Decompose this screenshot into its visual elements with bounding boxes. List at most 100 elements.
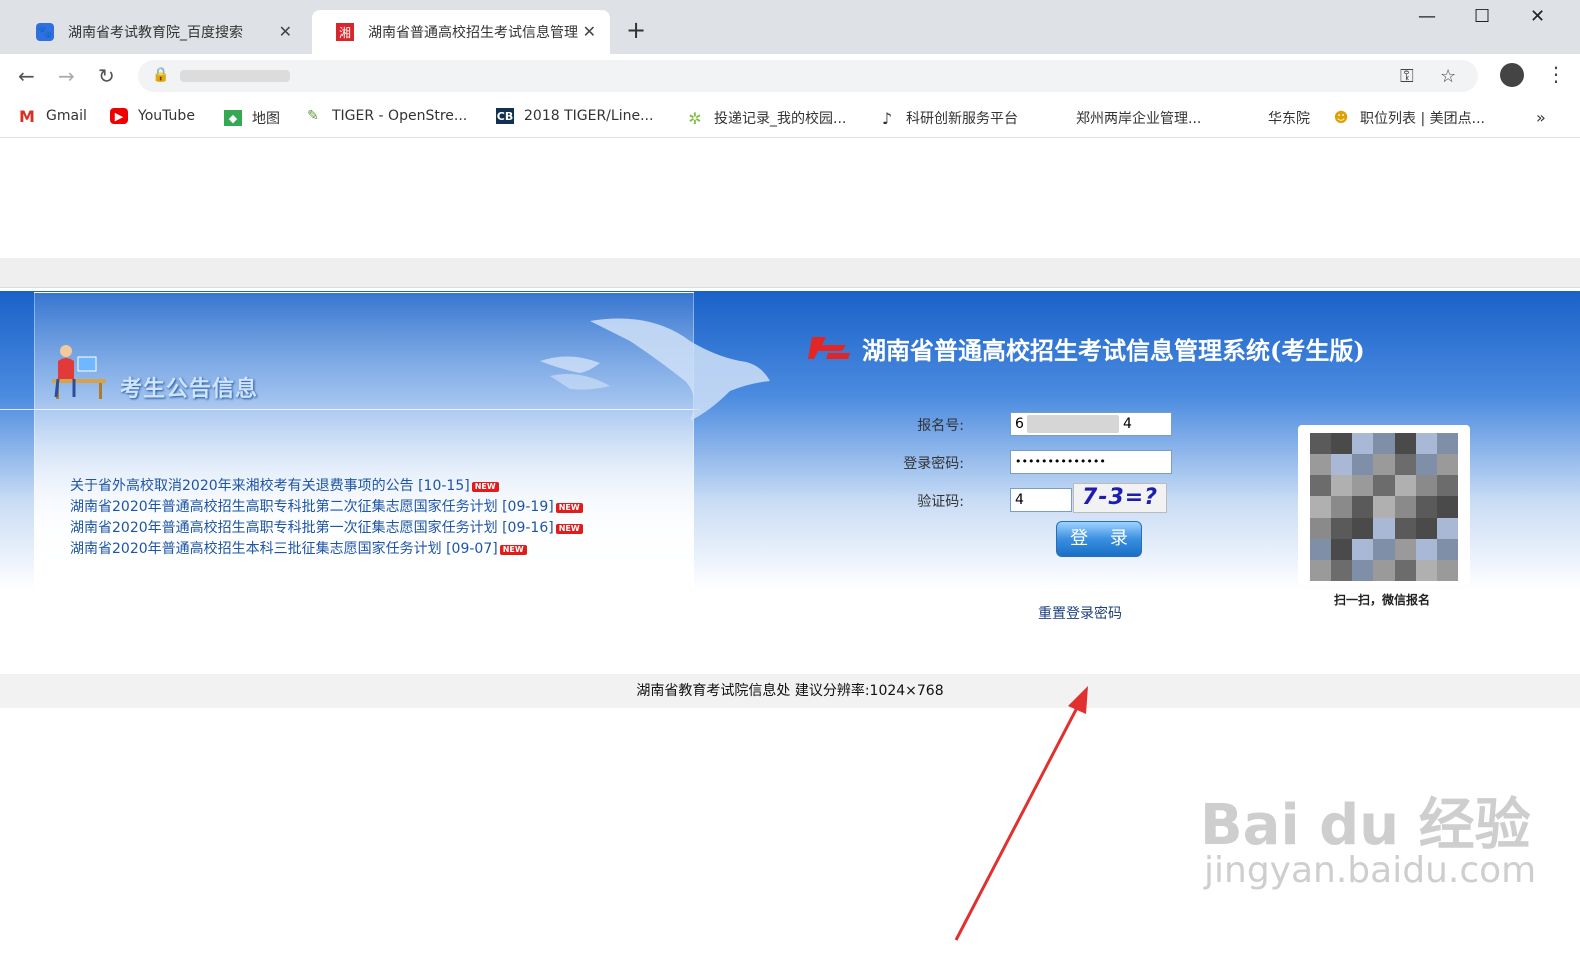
- more-bookmarks-button[interactable]: »: [1536, 108, 1546, 127]
- login-button[interactable]: 登 录: [1056, 521, 1142, 557]
- qr-cell: [1310, 538, 1332, 560]
- maximize-icon[interactable]: ☐: [1474, 6, 1490, 27]
- close-icon[interactable]: ✕: [279, 22, 292, 41]
- bookmark-youtube[interactable]: ▶ YouTube: [110, 108, 195, 124]
- news-text: 关于省外高校取消2020年来湘校考有关退费事项的公告 [10-15]: [70, 478, 470, 494]
- page-content: 考生公告信息 关于省外高校取消2020年来湘校考有关退费事项的公告 [10-15…: [0, 138, 1580, 960]
- star-icon[interactable]: ☆: [1440, 66, 1456, 87]
- captcha-image[interactable]: 7-3=?: [1073, 483, 1167, 513]
- qr-cell: [1394, 433, 1416, 455]
- qr-cell: [1373, 538, 1395, 560]
- news-item[interactable]: 湖南省2020年普通高校招生高职专科批第二次征集志愿国家任务计划 [09-19]…: [70, 497, 583, 518]
- qr-cell: [1394, 454, 1416, 476]
- gmail-icon: M: [19, 106, 35, 126]
- qr-cell: [1310, 559, 1332, 581]
- reset-password-link[interactable]: 重置登录密码: [1038, 603, 1122, 623]
- qr-cell: [1415, 538, 1437, 560]
- qr-cell: [1394, 475, 1416, 497]
- qr-cell: [1310, 475, 1332, 497]
- profile-avatar-icon[interactable]: [1500, 63, 1524, 87]
- id-label: 报名号:: [917, 418, 964, 434]
- system-title: 湖南省普通高校招生考试信息管理系统(考生版): [862, 336, 1365, 365]
- qr-cell: [1352, 559, 1374, 581]
- qr-cell: [1415, 517, 1437, 539]
- qr-caption: 扫一扫，微信报名: [1334, 593, 1431, 607]
- qr-cell: [1415, 559, 1437, 581]
- bookmark-huadong[interactable]: 华东院: [1268, 108, 1310, 128]
- reload-icon[interactable]: ↻: [98, 64, 115, 88]
- bookmark-meituan[interactable]: ☻ 职位列表 | 美团点...: [1332, 108, 1485, 128]
- qr-cell: [1394, 517, 1416, 539]
- qr-cell: [1436, 433, 1458, 455]
- qr-cell: [1415, 475, 1437, 497]
- bookmark-campus[interactable]: ✲ 投递记录_我的校园...: [686, 108, 846, 128]
- qr-cell: [1352, 538, 1374, 560]
- qr-pixelated: [1310, 433, 1458, 581]
- new-badge: NEW: [555, 523, 583, 534]
- close-icon[interactable]: ✕: [583, 22, 596, 41]
- qr-cell: [1373, 454, 1395, 476]
- bookmark-label: 职位列表 | 美团点...: [1360, 111, 1485, 127]
- bookmark-research[interactable]: ♪ 科研创新服务平台: [878, 108, 1018, 128]
- qr-cell: [1352, 433, 1374, 455]
- news-item[interactable]: 湖南省2020年普通高校招生高职专科批第一次征集志愿国家任务计划 [09-16]…: [70, 518, 583, 539]
- research-icon: ♪: [881, 108, 893, 128]
- qr-cell: [1373, 559, 1395, 581]
- address-toolbar: ← → ↻ 🔒 ⚿ ☆ ⋮: [0, 54, 1580, 98]
- new-tab-button[interactable]: +: [626, 16, 646, 44]
- campus-icon: ✲: [688, 108, 702, 128]
- qr-cell: [1415, 454, 1437, 476]
- bookmark-maps[interactable]: ◆ 地图: [224, 108, 280, 128]
- captcha-input[interactable]: 4: [1010, 488, 1072, 512]
- news-text: 湖南省2020年普通高校招生高职专科批第二次征集志愿国家任务计划 [09-19]: [70, 499, 554, 515]
- bookmark-tiger-line[interactable]: CB 2018 TIGER/Line...: [496, 108, 653, 124]
- minimize-icon[interactable]: —: [1418, 6, 1436, 27]
- bookmark-zhengzhou[interactable]: 郑州两岸企业管理...: [1076, 108, 1201, 128]
- wechat-qr-code[interactable]: [1298, 425, 1470, 585]
- qr-cell: [1436, 454, 1458, 476]
- tiger-icon: ✎: [307, 108, 319, 124]
- bookmark-gmail[interactable]: M Gmail: [18, 106, 87, 126]
- qr-cell: [1331, 454, 1353, 476]
- tab-exam-system[interactable]: 湘 湖南省普通高校招生考试信息管理 ✕: [312, 10, 610, 54]
- captcha-label: 验证码:: [917, 494, 964, 510]
- qr-cell: [1331, 475, 1353, 497]
- back-icon[interactable]: ←: [18, 64, 35, 88]
- qr-cell: [1373, 475, 1395, 497]
- qr-cell: [1310, 496, 1332, 518]
- maps-icon: ◆: [224, 110, 242, 126]
- qr-cell: [1310, 454, 1332, 476]
- registration-number-input[interactable]: 6 4: [1010, 412, 1172, 436]
- input-value: 6: [1015, 416, 1024, 432]
- bookmark-label: 投递记录_我的校园...: [714, 111, 847, 127]
- bookmarks-bar: M Gmail ▶ YouTube ◆ 地图 ✎ TIGER - OpenStre...…: [0, 98, 1580, 138]
- qr-cell: [1436, 559, 1458, 581]
- news-text: 湖南省2020年普通高校招生本科三批征集志愿国家任务计划 [09-07]: [70, 541, 498, 557]
- qr-cell: [1436, 517, 1458, 539]
- lock-icon: 🔒: [152, 67, 170, 83]
- qr-cell: [1352, 517, 1374, 539]
- bookmark-tiger[interactable]: ✎ TIGER - OpenStre...: [304, 108, 467, 124]
- bookmark-label: 地图: [252, 111, 280, 127]
- news-item[interactable]: 湖南省2020年普通高校招生本科三批征集志愿国家任务计划 [09-07] NEW: [70, 539, 583, 560]
- forward-icon[interactable]: →: [58, 64, 75, 88]
- password-input[interactable]: ••••••••••••••: [1010, 450, 1172, 474]
- close-window-icon[interactable]: ✕: [1530, 6, 1545, 27]
- page-footer: 湖南省教育考试院信息处 建议分辨率:1024×768: [0, 674, 1580, 708]
- tab-title: 湖南省普通高校招生考试信息管理: [368, 25, 578, 41]
- qr-cell: [1394, 559, 1416, 581]
- baidu-jingyan-watermark: Bai du 经验: [1200, 793, 1531, 858]
- password-label: 登录密码:: [903, 456, 964, 472]
- menu-dots-icon[interactable]: ⋮: [1546, 62, 1566, 86]
- qr-cell: [1310, 517, 1332, 539]
- qr-cell: [1352, 475, 1374, 497]
- news-item[interactable]: 关于省外高校取消2020年来湘校考有关退费事项的公告 [10-15] NEW: [70, 476, 583, 497]
- address-bar[interactable]: 🔒 ⚿ ☆: [138, 60, 1478, 92]
- qr-cell: [1415, 496, 1437, 518]
- qr-cell: [1373, 517, 1395, 539]
- tab-baidu-search[interactable]: 🐾 湖南省考试教育院_百度搜索 ✕: [12, 10, 306, 54]
- qr-cell: [1331, 538, 1353, 560]
- key-icon[interactable]: ⚿: [1400, 66, 1414, 87]
- exam-system-logo-icon: [808, 337, 850, 359]
- qr-cell: [1373, 496, 1395, 518]
